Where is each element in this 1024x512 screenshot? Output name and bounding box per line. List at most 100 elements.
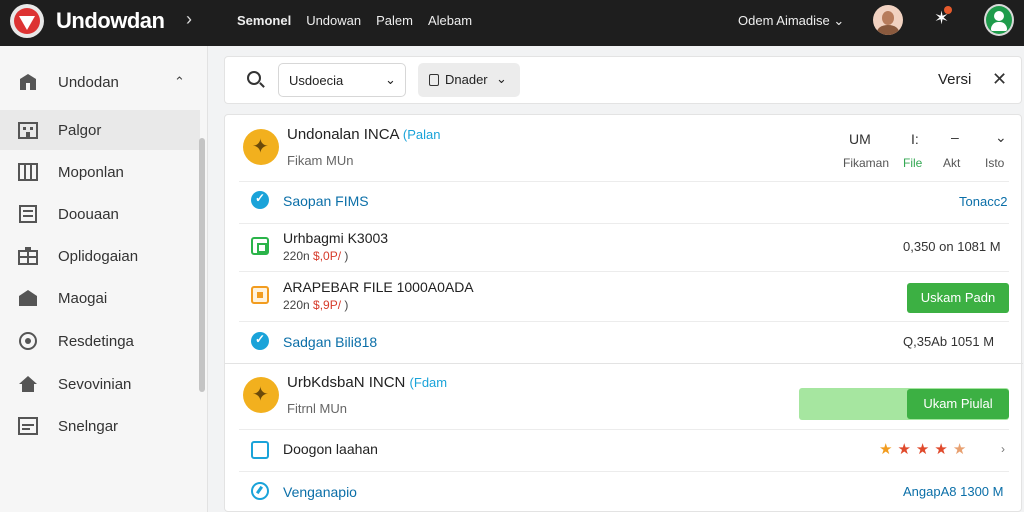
action-button[interactable]: Uskam Padn	[907, 283, 1009, 313]
row-label[interactable]: Doogon laahan	[283, 441, 378, 457]
checkbox-icon[interactable]	[251, 441, 269, 459]
divider	[239, 223, 1009, 224]
file-square-icon	[251, 286, 269, 304]
sidebar-item-label: Sevovinian	[58, 375, 132, 393]
sidebar-item-label: Doouaan	[58, 205, 119, 223]
divider	[239, 471, 1009, 472]
row-label[interactable]: ARAPEBAR FILE 1000A0ADA	[283, 279, 474, 295]
chevron-down-icon: ⌄	[833, 13, 845, 28]
filter-label: Dnader	[445, 72, 488, 87]
search-select[interactable]: Usdoecia ⌄	[278, 63, 406, 97]
compass-icon	[251, 482, 269, 500]
user-name: Odem Aimadise	[738, 13, 830, 28]
topnav-item[interactable]: Palem	[376, 13, 413, 28]
sidebar-item-label: Moponlan	[58, 163, 124, 181]
star-rating[interactable]: ★★★★★	[879, 440, 971, 458]
topnav-item[interactable]: Undowan	[306, 13, 361, 28]
sidebar-item-oplidogaian[interactable]: Oplidogaian	[0, 236, 200, 276]
divider	[239, 271, 1009, 272]
settings-icon	[19, 332, 37, 350]
row-sub-price: $,9P/	[313, 298, 342, 312]
column-header[interactable]: Akt	[943, 156, 960, 170]
sidebar-item-sevovinian[interactable]: Sevovinian	[0, 364, 200, 404]
app-logo[interactable]	[10, 4, 44, 38]
row-label[interactable]: Venganapio	[283, 484, 357, 500]
sidebar-item-resdetinga[interactable]: Resdetinga	[0, 321, 200, 361]
sidebar-item-label: Oplidogaian	[58, 247, 139, 265]
sidebar-scrollbar[interactable]	[199, 138, 205, 392]
row-sub: 220n $,9P/ )	[283, 298, 348, 312]
search-icon[interactable]	[247, 71, 261, 85]
sidebar-item-maogai[interactable]: Maogai	[0, 278, 200, 318]
group-title-text: UrbKdsbaN INCN	[287, 374, 406, 391]
version-link[interactable]: Versi	[938, 71, 971, 88]
group-subtitle: Fitrnl MUn	[287, 401, 347, 416]
sidebar: Undodan ⌃ Palgor Moponlan Doouaan Oplido…	[0, 46, 208, 512]
sidebar-item-moponlan[interactable]: Moponlan	[0, 152, 200, 192]
group-tag-text: Palan	[407, 127, 441, 142]
sidebar-header[interactable]: Undodan ⌃	[0, 62, 200, 102]
topnav-item[interactable]: Semonel	[237, 13, 291, 28]
section-divider	[225, 363, 1023, 364]
row-right-value: Q,35Ab 1051 M	[903, 334, 995, 349]
avatar[interactable]	[873, 5, 903, 35]
group-title[interactable]: UrbKdsbaN INCN (Fdam	[287, 374, 447, 391]
row-sub-tail: )	[344, 249, 349, 263]
row-label[interactable]: Urhbagmi K3003	[283, 230, 388, 246]
divider	[239, 181, 1009, 182]
check-circle-icon	[251, 191, 269, 209]
group-title-text: Undonalan INCA	[287, 126, 399, 143]
sidebar-item-label: Palgor	[58, 121, 102, 139]
grid-icon	[18, 163, 38, 181]
mail-icon	[18, 417, 38, 435]
close-icon[interactable]: ✕	[992, 69, 1007, 90]
sidebar-item-label: Maogai	[58, 289, 108, 307]
group-tag-text: Fdam	[413, 375, 448, 390]
collapse-dash[interactable]: –	[951, 129, 959, 145]
group-icon	[243, 129, 279, 165]
items-panel: Undonalan INCA (Palan Fikam MUn UM I: – …	[224, 114, 1023, 512]
chevron-right-icon[interactable]: ›	[1001, 442, 1005, 456]
row-sub-text: 220n	[283, 249, 310, 263]
search-select-value: Usdoecia	[289, 73, 344, 88]
chevron-up-icon[interactable]: ⌃	[174, 74, 185, 90]
top-bar: Undowdan › Semonel Undowan Palem Alebam …	[0, 0, 1024, 46]
building-icon	[18, 122, 38, 139]
star-icon[interactable]: ★	[934, 441, 952, 458]
divider	[239, 429, 1009, 430]
group-title[interactable]: Undonalan INCA (Palan	[287, 126, 441, 143]
house-icon	[19, 376, 37, 392]
sidebar-item-doouaan[interactable]: Doouaan	[0, 194, 200, 234]
chevron-down-icon[interactable]: ⌄	[995, 129, 1007, 146]
column-header[interactable]: File	[903, 156, 922, 170]
app-title: Undowdan	[56, 8, 165, 33]
divider	[239, 321, 1009, 322]
group-subtitle: Fikam MUn	[287, 153, 354, 168]
sidebar-item-snelngar[interactable]: Snelngar	[0, 406, 200, 446]
star-icon[interactable]: ★	[879, 441, 897, 458]
home-icon	[19, 290, 37, 306]
column-header[interactable]: Isto	[985, 156, 1004, 170]
star-icon[interactable]: ★	[953, 441, 971, 458]
sidebar-item-palgor[interactable]: Palgor	[0, 110, 200, 150]
group-icon	[243, 377, 279, 413]
chevron-down-icon: ⌄	[385, 72, 396, 87]
filter-dropdown[interactable]: Dnader ⌄	[418, 63, 520, 97]
action-button[interactable]: Ukam Piulal	[907, 389, 1009, 419]
star-icon[interactable]: ★	[916, 441, 934, 458]
row-sub-text: 220n	[283, 298, 310, 312]
row-label[interactable]: Sadgan Bili818	[283, 334, 377, 350]
row-sub: 220n $,0P/ )	[283, 249, 348, 263]
row-sub-tail: )	[344, 298, 349, 312]
notification-star-icon[interactable]: ✶	[934, 6, 952, 29]
group-tag: (Palan	[402, 127, 441, 142]
topnav-item[interactable]: Alebam	[428, 13, 472, 28]
group-tag: (Fdam	[409, 375, 448, 390]
star-icon[interactable]: ★	[897, 441, 915, 458]
column-header[interactable]: Fikaman	[843, 156, 889, 170]
row-label[interactable]: Saopan FIMS	[283, 193, 369, 209]
chevron-right-icon[interactable]: ›	[186, 9, 192, 30]
profile-icon[interactable]	[984, 4, 1014, 36]
main-content: Usdoecia ⌄ Dnader ⌄ Versi ✕ Undonalan IN…	[224, 56, 1023, 512]
user-name-dropdown[interactable]: Odem Aimadise ⌄	[738, 13, 844, 29]
